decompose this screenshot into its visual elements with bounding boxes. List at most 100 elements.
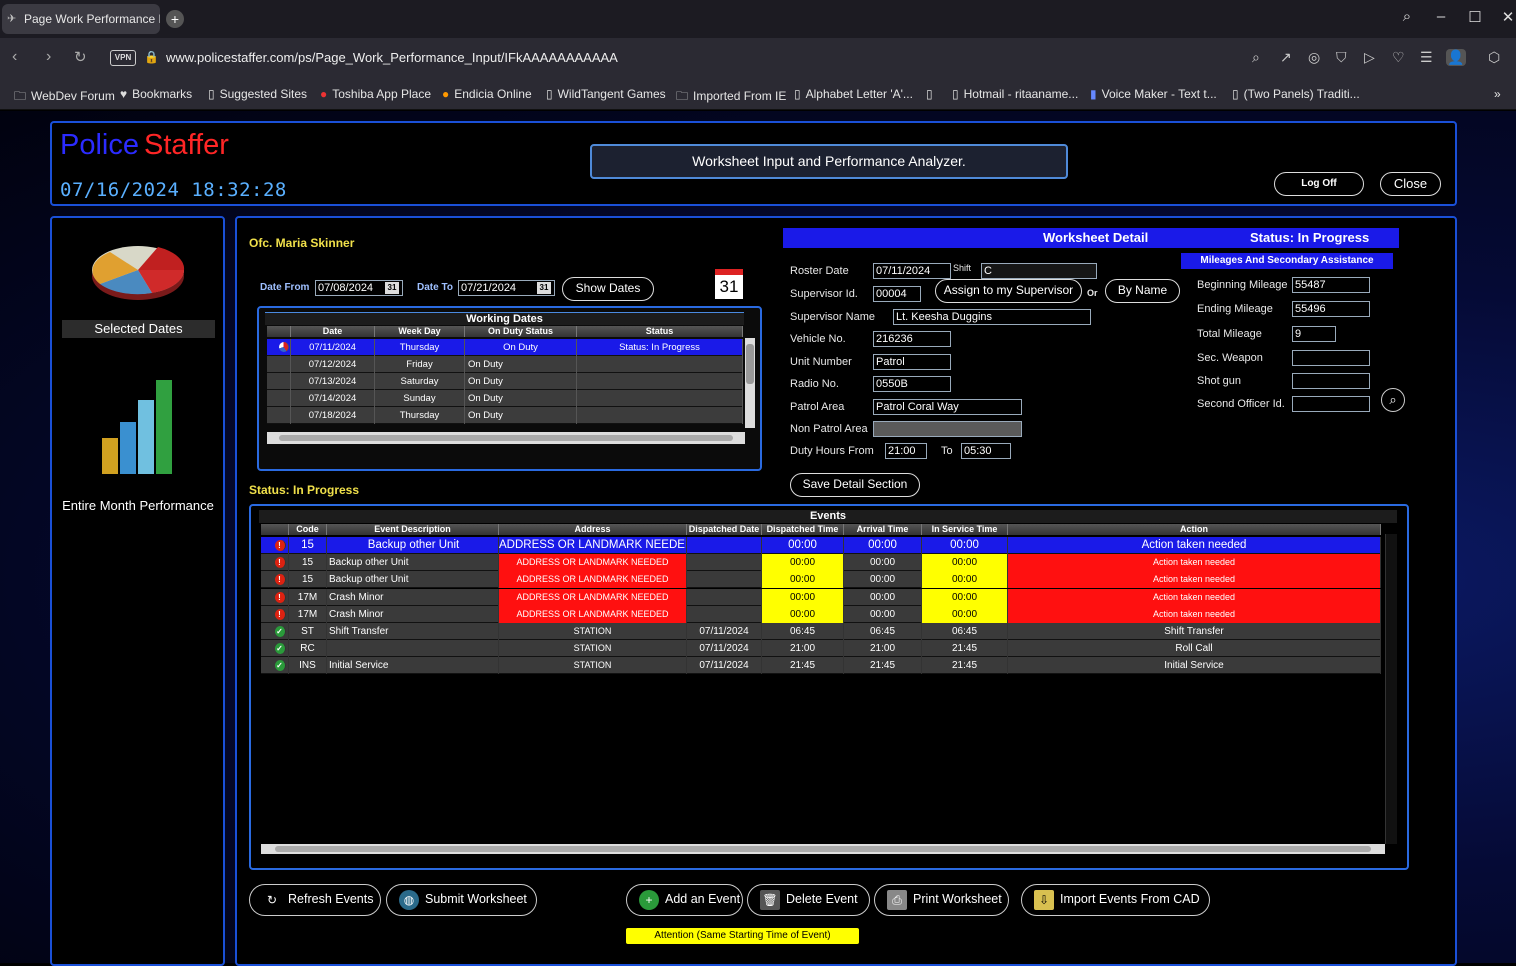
bookmark-item[interactable]: ▮ Voice Maker - Text t...: [1090, 87, 1217, 101]
working-date-row[interactable]: 07/14/2024 Sunday On Duty: [267, 390, 743, 407]
bookmark-item[interactable]: ▯ WildTangent Games: [546, 87, 666, 101]
log-off-button[interactable]: Log Off: [1274, 172, 1364, 196]
non-patrol-field[interactable]: [873, 421, 1022, 437]
calendar-icon[interactable]: 31: [537, 282, 551, 294]
save-detail-button[interactable]: Save Detail Section: [790, 473, 920, 497]
delete-event-button[interactable]: 🗑 Delete Event: [747, 884, 870, 916]
events-vertical-scrollbar[interactable]: [1385, 534, 1397, 844]
browser-tab[interactable]: ✈ Page Work Performance R: [2, 4, 160, 34]
duty-to-field[interactable]: 05:30: [961, 443, 1011, 459]
extension-icon[interactable]: ⬡: [1488, 49, 1500, 66]
forward-icon[interactable]: ›: [46, 48, 51, 66]
big-calendar-icon[interactable]: 31: [715, 269, 743, 299]
maximize-icon[interactable]: ☐: [1464, 8, 1486, 26]
events-header-dispatched-time[interactable]: Dispatched Time: [762, 524, 844, 535]
bookmark-item[interactable]: 🗀 WebDev Forum: [14, 87, 115, 108]
event-row[interactable]: ! 15 Backup other Unit ADDRESS OR LANDMARK …: [261, 554, 1381, 572]
bookmark-item[interactable]: 🗀 Imported From IE: [676, 87, 786, 108]
heart-icon[interactable]: ♡: [1392, 49, 1405, 66]
entire-month-label[interactable]: Entire Month Performance: [58, 498, 218, 513]
horizontal-scrollbar[interactable]: [267, 432, 745, 444]
play-icon[interactable]: ▷: [1364, 49, 1375, 66]
patrol-area-field[interactable]: Patrol Coral Way: [873, 399, 1022, 415]
bookmark-item[interactable]: ▯: [926, 87, 938, 101]
print-worksheet-button[interactable]: ⎙ Print Worksheet: [874, 884, 1009, 916]
event-row[interactable]: ! 17M Crash Minor ADDRESS OR LANDMARK NEEDE…: [261, 605, 1381, 623]
share-icon[interactable]: ↗: [1280, 49, 1292, 66]
refresh-events-button[interactable]: ↻ Refresh Events: [249, 884, 381, 916]
vpn-badge[interactable]: VPN: [110, 50, 136, 66]
event-row[interactable]: ! 15 Backup other Unit ADDRESS OR LANDMARK …: [261, 571, 1381, 589]
events-header-in-service-time[interactable]: In Service Time: [922, 524, 1008, 535]
minimize-icon[interactable]: –: [1430, 8, 1452, 25]
pie-chart-icon[interactable]: [90, 240, 186, 302]
beginning-mileage-field[interactable]: 55487: [1292, 277, 1370, 293]
new-tab-button[interactable]: +: [166, 10, 184, 28]
working-date-row[interactable]: 07/18/2024 Thursday On Duty: [267, 407, 743, 424]
import-cad-button[interactable]: ⇩ Import Events From CAD: [1021, 884, 1210, 916]
supervisor-name-field[interactable]: Lt. Keesha Duggins: [893, 309, 1091, 325]
second-officer-field[interactable]: [1292, 396, 1370, 412]
events-header-description[interactable]: Event Description: [327, 524, 499, 535]
url-field[interactable]: www.policestaffer.com/ps/Page_Work_Perfo…: [166, 50, 618, 65]
events-header-arrival-time[interactable]: Arrival Time: [844, 524, 922, 535]
vehicle-field[interactable]: 216236: [873, 331, 951, 347]
bookmark-item[interactable]: ▯ (Two Panels) Traditi...: [1232, 87, 1360, 101]
close-button[interactable]: Close: [1380, 172, 1441, 196]
event-row[interactable]: ✓ INS Initial Service STATION 07/11/2024 21:4…: [261, 657, 1381, 675]
show-dates-button[interactable]: Show Dates: [562, 277, 654, 301]
bookmark-item[interactable]: ● Toshiba App Place: [320, 87, 431, 101]
shotgun-field[interactable]: [1292, 373, 1370, 389]
events-header-code[interactable]: Code: [289, 524, 327, 535]
events-horizontal-scrollbar[interactable]: [261, 844, 1385, 854]
assign-supervisor-button[interactable]: Assign to my Supervisor: [935, 279, 1082, 303]
duty-from-field[interactable]: 21:00: [885, 443, 927, 459]
events-header-address[interactable]: Address: [499, 524, 687, 535]
profile-icon[interactable]: 👤: [1446, 49, 1466, 66]
total-mileage-field[interactable]: 9: [1292, 326, 1336, 342]
selected-dates-label[interactable]: Selected Dates: [62, 320, 215, 338]
working-date-row[interactable]: 07/13/2024 Saturday On Duty: [267, 373, 743, 390]
working-date-row[interactable]: 07/11/2024 Thursday On Duty Status: In Prog…: [267, 339, 743, 356]
search-officer-icon[interactable]: ⌕: [1381, 388, 1405, 412]
bookmark-item[interactable]: ▯ Hotmail - ritaaname...: [952, 87, 1078, 101]
camera-icon[interactable]: ◎: [1308, 49, 1320, 66]
reload-icon[interactable]: ↻: [74, 48, 87, 66]
bookmark-item[interactable]: ▯ Suggested Sites: [208, 87, 307, 101]
add-event-button[interactable]: + Add an Event: [626, 884, 743, 916]
event-row[interactable]: ! 15 Backup other Unit ADDRESS OR LANDMARK …: [261, 537, 1381, 554]
vertical-scrollbar[interactable]: [745, 338, 755, 428]
by-name-button[interactable]: By Name: [1105, 279, 1180, 303]
event-row[interactable]: ! 17M Crash Minor ADDRESS OR LANDMARK NEEDE…: [261, 588, 1381, 606]
back-icon[interactable]: ‹: [12, 48, 17, 66]
events-header-dispatched-date[interactable]: Dispatched Date: [687, 524, 762, 535]
grid-header-duty[interactable]: On Duty Status: [465, 326, 577, 337]
shield-icon[interactable]: ⛉: [1336, 49, 1347, 66]
grid-header-status[interactable]: Status: [577, 326, 743, 337]
submit-worksheet-button[interactable]: ◍ Submit Worksheet: [386, 884, 537, 916]
shift-field[interactable]: C: [981, 263, 1097, 279]
menu-icon[interactable]: ☰: [1420, 49, 1433, 66]
roster-date-field[interactable]: 07/11/2024: [873, 263, 951, 279]
sec-weapon-field[interactable]: [1292, 350, 1370, 366]
window-close-icon[interactable]: ✕: [1497, 8, 1516, 26]
bookmarks-overflow-icon[interactable]: »: [1494, 87, 1501, 101]
bookmark-item[interactable]: ♥ Bookmarks: [120, 87, 192, 101]
ending-mileage-field[interactable]: 55496: [1292, 301, 1370, 317]
bar-chart-icon[interactable]: [100, 378, 180, 478]
radio-field[interactable]: 0550B: [873, 376, 951, 392]
bookmark-item[interactable]: ▯ Alphabet Letter 'A'...: [794, 87, 913, 101]
page-icon: ▯: [952, 87, 959, 101]
search-icon[interactable]: ⌕: [1252, 49, 1260, 66]
event-row[interactable]: ✓ ST Shift Transfer STATION 07/11/2024 06:45 0…: [261, 623, 1381, 640]
grid-header-date[interactable]: Date: [291, 326, 375, 337]
calendar-icon[interactable]: 31: [385, 282, 399, 294]
unit-field[interactable]: Patrol: [873, 354, 951, 370]
supervisor-id-field[interactable]: 00004: [873, 286, 921, 302]
event-row[interactable]: ✓ RC STATION 07/11/2024 21:00 21:00 21:45 Roll …: [261, 640, 1381, 658]
search-tabs-icon[interactable]: ⌕: [1396, 8, 1418, 25]
working-date-row[interactable]: 07/12/2024 Friday On Duty: [267, 356, 743, 373]
grid-header-weekday[interactable]: Week Day: [375, 326, 465, 337]
bookmark-item[interactable]: ● Endicia Online: [442, 87, 532, 101]
events-header-action[interactable]: Action: [1008, 524, 1381, 535]
